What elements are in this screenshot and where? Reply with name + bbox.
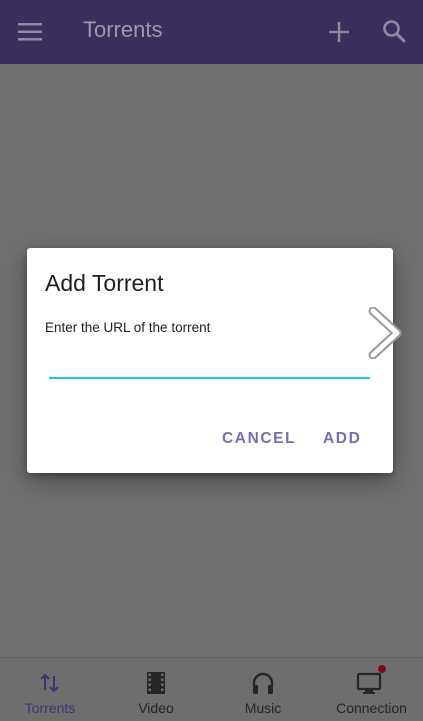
dialog-message: Enter the URL of the torrent [45,320,211,335]
headphones-icon [252,672,274,694]
add-torrent-dialog: Add Torrent Enter the URL of the torrent… [27,248,393,473]
film-icon [147,672,165,694]
page-title: Torrents [83,17,163,42]
chevron-right-icon[interactable] [367,307,403,359]
nav-item-connection[interactable]: Connection [320,658,423,721]
nav-label-music: Music [244,700,282,716]
notification-badge [378,665,386,673]
cancel-button[interactable]: CANCEL [222,430,296,448]
nav-label-video: Video [138,700,174,716]
search-icon[interactable] [381,18,407,44]
nav-item-torrents[interactable]: Torrents [0,658,100,721]
nav-item-music[interactable]: Music [213,658,313,721]
nav-label-connection: Connection [336,700,407,716]
dialog-title: Add Torrent [45,270,164,296]
monitor-icon [356,672,382,694]
add-button[interactable]: ADD [323,430,361,448]
torrent-url-input[interactable] [49,349,370,379]
add-icon[interactable] [326,19,352,45]
bottom-navigation: Torrents Video Music Connection [0,657,423,720]
sort-arrows-icon [40,673,59,693]
nav-label-torrents: Torrents [24,700,76,716]
app-bar: Torrents [0,0,423,64]
menu-icon[interactable] [18,20,42,44]
nav-item-video[interactable]: Video [106,658,206,721]
